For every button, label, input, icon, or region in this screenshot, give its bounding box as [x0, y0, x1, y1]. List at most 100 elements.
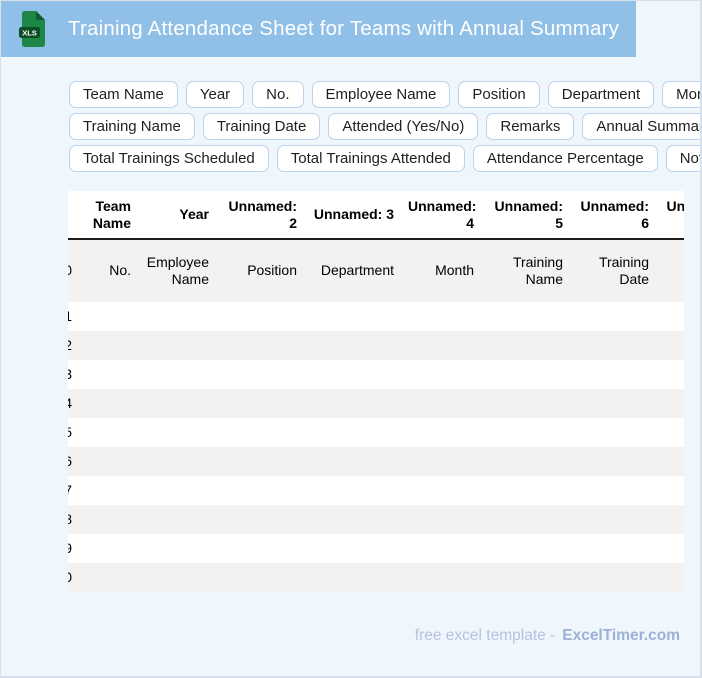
- table-column-header: Unnamed: 4: [401, 191, 481, 240]
- table-cell: [304, 505, 401, 534]
- table-cell: [401, 418, 481, 447]
- table-cell: [656, 360, 684, 389]
- table-cell: [401, 302, 481, 331]
- table-cell: [401, 534, 481, 563]
- column-chip[interactable]: Annual Summary: [582, 113, 700, 140]
- table-cell: [570, 389, 656, 418]
- table-row: 9: [68, 533, 684, 563]
- table-cell: [74, 302, 138, 331]
- table-cell: [656, 447, 684, 476]
- xls-badge-label: XLS: [22, 29, 37, 38]
- table-cell: [138, 360, 216, 389]
- table-cell: [304, 360, 401, 389]
- table-cell: [138, 389, 216, 418]
- chip-row: Team Name Year No. Employee Name Position Dep…: [69, 81, 700, 108]
- table-row: 1: [68, 301, 684, 331]
- footer: free excel template - ExcelTimer.com: [415, 627, 680, 645]
- table-column-header: Unnamed: 2: [216, 191, 304, 240]
- table-cell: [216, 476, 304, 505]
- preview-table: Team Name Year Unnamed: 2 Unnamed: 3 Unnamed…: [68, 191, 684, 592]
- table-column-header: Team Name: [74, 191, 138, 240]
- column-chip[interactable]: Month: [662, 81, 700, 108]
- table-cell: [401, 476, 481, 505]
- column-chip[interactable]: Attended (Yes/No): [328, 113, 479, 140]
- table-row: 10: [68, 562, 684, 592]
- table-cell: [138, 505, 216, 534]
- table-cell: [656, 563, 684, 592]
- table-row: 0No.Employee NamePositionDepartmentMonth…: [68, 239, 684, 302]
- table-cell: [481, 534, 570, 563]
- table-row: 6: [68, 446, 684, 476]
- page: XLS Training Attendance Sheet for Teams …: [0, 0, 702, 678]
- table-cell: [216, 331, 304, 360]
- table-cell: [138, 447, 216, 476]
- spreadsheet-preview: Team Name Year Unnamed: 2 Unnamed: 3 Unnamed…: [68, 191, 684, 592]
- column-chip[interactable]: Training Name: [69, 113, 195, 140]
- column-chip[interactable]: Year: [185, 81, 245, 108]
- table-cell: [570, 534, 656, 563]
- column-chip[interactable]: Attendance Percentage: [472, 145, 658, 172]
- table-cell: [74, 476, 138, 505]
- table-cell: [570, 563, 656, 592]
- table-cell: [656, 239, 684, 302]
- table-cell: [656, 476, 684, 505]
- page-title: Training Attendance Sheet for Teams with…: [68, 17, 620, 40]
- table-cell: [570, 476, 656, 505]
- table-column-header: Unnamed: 7: [656, 191, 684, 240]
- table-cell: [216, 360, 304, 389]
- table-cell: [216, 418, 304, 447]
- table-cell: [570, 302, 656, 331]
- table-cell: [481, 476, 570, 505]
- table-cell: [570, 331, 656, 360]
- table-column-header: Unnamed: 3: [304, 191, 401, 240]
- table-cell: [401, 505, 481, 534]
- table-cell: [304, 563, 401, 592]
- column-chip[interactable]: No.: [252, 81, 304, 108]
- table-cell: [481, 331, 570, 360]
- table-cell: [74, 389, 138, 418]
- table-cell: [656, 418, 684, 447]
- column-chip[interactable]: Notes: [665, 145, 700, 172]
- table-cell: Training Name: [512, 254, 563, 287]
- table-row: 8: [68, 504, 684, 534]
- footer-brand-link[interactable]: ExcelTimer.com: [562, 627, 680, 645]
- table-cell: [216, 302, 304, 331]
- table-cell: Month: [435, 262, 474, 279]
- table-cell: [74, 563, 138, 592]
- keyword-chip-list: Team Name Year No. Employee Name Position Dep…: [69, 81, 700, 172]
- column-chip[interactable]: Training Date: [202, 113, 321, 140]
- table-cell: [570, 505, 656, 534]
- table-cell: No.: [109, 262, 131, 279]
- column-chip[interactable]: Position: [458, 81, 540, 108]
- table-cell: [74, 505, 138, 534]
- chip-row: Training Name Training Date Attended (Yes/…: [69, 113, 700, 140]
- table-cell: [656, 389, 684, 418]
- table-cell: [138, 331, 216, 360]
- table-cell: Department: [320, 262, 394, 279]
- table-column-header: Unnamed: 6: [570, 191, 656, 240]
- table-cell: [401, 331, 481, 360]
- table-cell: [304, 447, 401, 476]
- table-cell: [138, 563, 216, 592]
- table-row: 3: [68, 359, 684, 389]
- table-cell: [401, 563, 481, 592]
- column-chip[interactable]: Total Trainings Attended: [276, 145, 465, 172]
- table-header-row: Team Name Year Unnamed: 2 Unnamed: 3 Unnamed…: [68, 191, 684, 240]
- table-cell: [304, 534, 401, 563]
- table-cell: [304, 331, 401, 360]
- xls-file-icon: XLS: [18, 10, 46, 48]
- table-cell: [570, 418, 656, 447]
- table-cell: [481, 302, 570, 331]
- column-chip[interactable]: Remarks: [486, 113, 575, 140]
- column-chip[interactable]: Total Trainings Scheduled: [69, 145, 269, 172]
- table-cell: [74, 447, 138, 476]
- column-chip[interactable]: Department: [547, 81, 655, 108]
- table-cell: [216, 534, 304, 563]
- table-cell: [304, 389, 401, 418]
- column-chip[interactable]: Employee Name: [311, 81, 451, 108]
- table-cell: Position: [247, 262, 297, 279]
- table-cell: [74, 360, 138, 389]
- column-chip[interactable]: Team Name: [69, 81, 178, 108]
- table-row: 4: [68, 388, 684, 418]
- chip-row: Total Trainings Scheduled Total Trainings…: [69, 145, 700, 172]
